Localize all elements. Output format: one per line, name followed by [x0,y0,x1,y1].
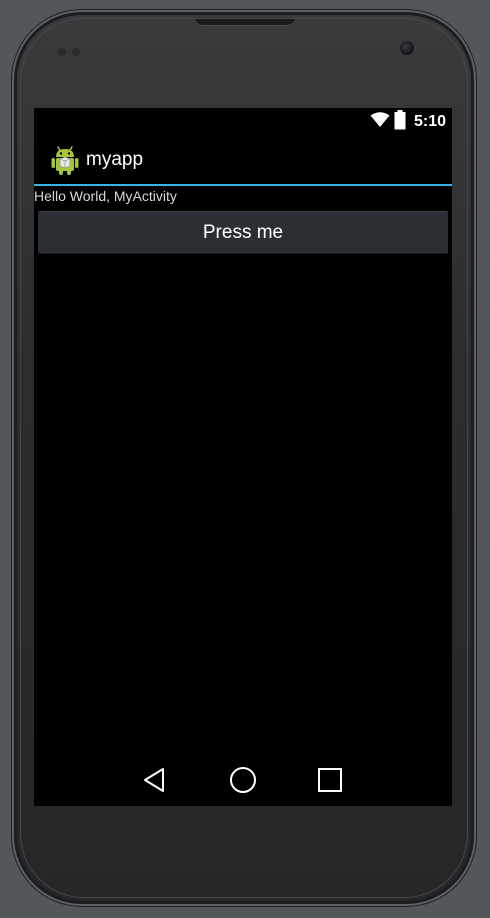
light-sensor [72,48,80,56]
press-me-button[interactable]: Press me [38,211,448,254]
back-icon [142,767,166,798]
battery-icon [394,109,406,135]
home-icon [229,766,257,799]
back-button[interactable] [130,766,178,798]
app-title: myapp [86,149,144,170]
device-screen: 5:10 myapp Hello World, MyActivity Press… [34,108,452,806]
wifi-icon [370,111,390,133]
home-button[interactable] [219,766,267,798]
recents-button[interactable] [306,766,354,798]
navigation-bar [34,758,452,806]
hello-text: Hello World, MyActivity [34,188,177,204]
status-icons: 5:10 [370,109,446,135]
android-icon[interactable] [48,143,82,177]
status-bar: 5:10 [34,108,452,136]
earpiece-speaker [195,18,295,26]
status-clock: 5:10 [413,113,446,130]
front-camera [400,41,414,55]
proximity-sensor [58,48,66,56]
recents-icon [317,767,343,798]
action-bar: myapp [34,136,452,186]
